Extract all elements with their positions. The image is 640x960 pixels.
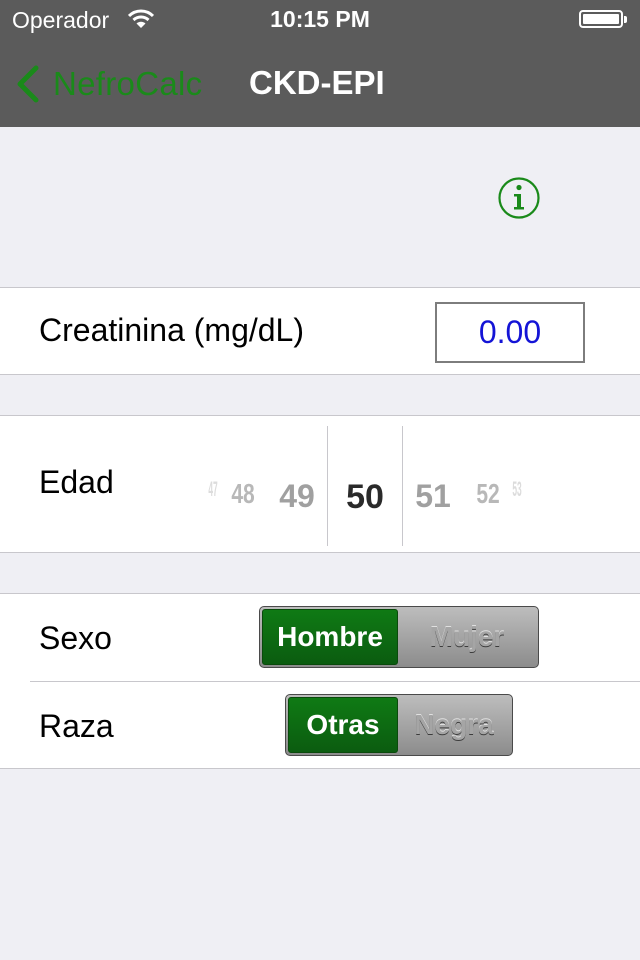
row-divider [30,681,640,682]
raza-option-negra[interactable]: Negra [398,697,510,753]
sexo-label: Sexo [39,620,112,656]
battery-icon [579,10,627,28]
status-bar: Operador 10:15 PM [0,0,640,40]
back-button-label: NefroCalc [53,65,203,102]
raza-segmented-control[interactable]: Otras Negra [285,694,513,756]
picker-value: 52 [476,478,500,509]
page-title: CKD-EPI [249,64,385,101]
creatinina-row: Creatinina (mg/dL) 0.00 [0,287,640,375]
sexo-option-hombre[interactable]: Hombre [262,609,398,665]
picker-value: 48 [231,478,255,509]
raza-label: Raza [39,708,114,744]
picker-value: 53 [512,478,522,501]
edad-label: Edad [39,464,114,500]
navigation-bar: Operador 10:15 PM NefroCalc CKD-EPI [0,0,640,127]
demographics-group: Sexo Hombre Mujer Raza Otras Negra [0,593,640,769]
picker-selection-left-line [327,426,328,546]
edad-picker[interactable]: 47 48 49 50 51 52 53 [200,426,540,546]
creatinina-input[interactable]: 0.00 [435,302,585,363]
info-icon[interactable] [497,176,541,220]
picker-value: 51 [415,478,451,514]
picker-selection-right-line [402,426,403,546]
edad-row: Edad 47 48 49 50 51 52 53 [0,415,640,553]
raza-option-otras[interactable]: Otras [288,697,398,753]
picker-value-selected: 50 [346,478,384,516]
chevron-left-icon [17,65,39,103]
creatinina-label: Creatinina (mg/dL) [39,312,304,348]
picker-value: 47 [208,478,218,501]
status-time: 10:15 PM [270,6,370,32]
sexo-option-mujer[interactable]: Mujer [398,609,536,665]
picker-value: 49 [279,478,315,514]
back-button[interactable]: NefroCalc [14,62,202,106]
sexo-segmented-control[interactable]: Hombre Mujer [259,606,539,668]
